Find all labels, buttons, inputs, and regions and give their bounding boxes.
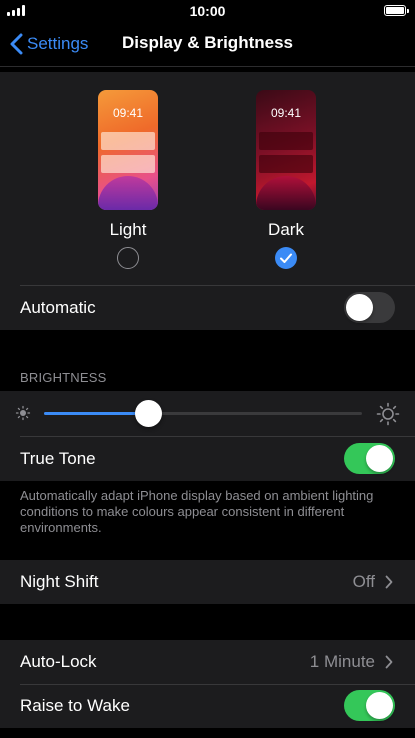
dark-preview-widget (259, 132, 313, 150)
brightness-high-icon (376, 402, 400, 426)
chevron-right-icon (385, 655, 393, 669)
night-shift-value: Off (352, 572, 375, 591)
nav-divider (0, 66, 415, 67)
page-title: Display & Brightness (122, 33, 293, 52)
brightness-slider[interactable] (44, 400, 362, 427)
light-mode-label: Light (109, 220, 147, 239)
chevron-right-icon (385, 575, 393, 589)
dark-preview-wave (256, 176, 316, 210)
raise-to-wake-row: Raise to Wake (0, 684, 415, 728)
status-time: 10:00 (189, 3, 226, 19)
light-mode-preview[interactable]: 09:41 (98, 90, 158, 210)
light-mode-radio[interactable] (117, 247, 139, 269)
automatic-row: Automatic (0, 286, 415, 330)
light-preview-widget (101, 132, 155, 150)
true-tone-toggle[interactable] (344, 443, 395, 474)
light-preview-wave (98, 176, 158, 210)
raise-to-wake-label: Raise to Wake (20, 696, 130, 715)
night-shift-row[interactable]: Night Shift Off (0, 560, 415, 604)
dark-mode-label: Dark (268, 220, 304, 239)
navigation-bar: Settings Display & Brightness (0, 22, 415, 66)
true-tone-label: True Tone (20, 449, 96, 468)
dark-mode-preview[interactable]: 09:41 (256, 90, 316, 210)
light-preview-time: 09:41 (112, 106, 144, 120)
status-bar: 10:00 (0, 0, 415, 22)
true-tone-row: True Tone (0, 437, 415, 481)
brightness-section-header: BRIGHTNESS (20, 370, 107, 385)
dark-mode-radio[interactable] (275, 247, 297, 269)
automatic-toggle[interactable] (344, 292, 395, 323)
raise-to-wake-toggle[interactable] (344, 690, 395, 721)
light-preview-widget (101, 155, 155, 173)
auto-lock-label: Auto-Lock (20, 652, 97, 671)
brightness-low-icon (15, 405, 31, 421)
automatic-label: Automatic (20, 298, 96, 317)
night-shift-label: Night Shift (20, 572, 99, 591)
battery-icon (384, 5, 409, 16)
true-tone-description: Automatically adapt iPhone display based… (20, 488, 374, 535)
dark-preview-widget (259, 155, 313, 173)
dark-preview-time: 09:41 (270, 106, 302, 120)
auto-lock-value: 1 Minute (309, 652, 375, 671)
brightness-slider-fill (44, 412, 149, 415)
auto-lock-row[interactable]: Auto-Lock 1 Minute (0, 640, 415, 684)
checkmark-icon (280, 253, 292, 263)
